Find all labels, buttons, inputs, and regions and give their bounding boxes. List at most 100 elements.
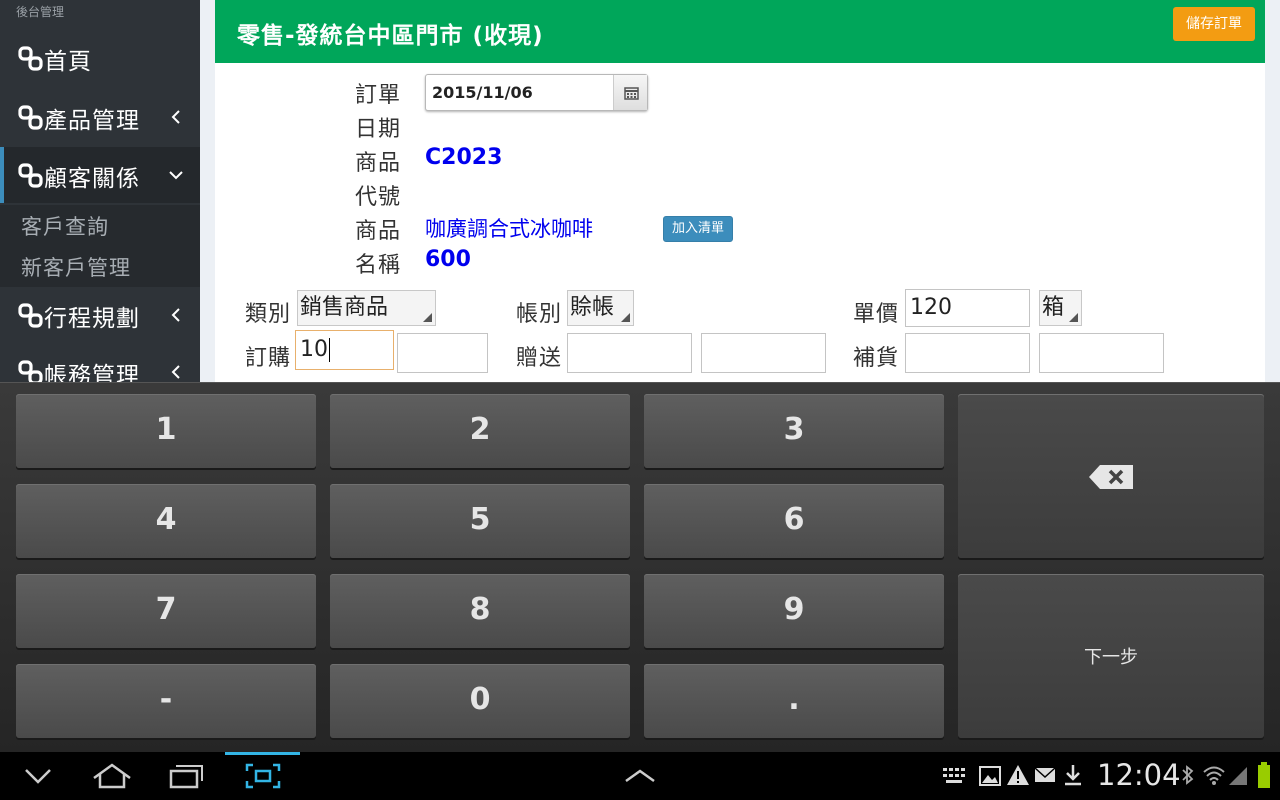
unit-price-field[interactable]: 120 <box>905 289 1030 327</box>
home-icon[interactable] <box>91 762 133 790</box>
gift-field[interactable] <box>567 333 692 373</box>
category-select-value: 銷售商品 <box>300 295 389 320</box>
key-9[interactable]: 9 <box>644 574 944 648</box>
unit-select-value: 箱 <box>1042 295 1065 320</box>
gift-extra-field[interactable] <box>701 333 826 373</box>
submenu-item-customer-search[interactable]: 客戶查詢 <box>21 211 109 241</box>
link-icon <box>18 360 43 382</box>
sidebar-item-label: 首頁 <box>44 49 92 75</box>
key-label: 9 <box>783 592 805 627</box>
key-minus[interactable]: - <box>16 664 316 738</box>
link-icon <box>18 105 43 130</box>
key-0[interactable]: 0 <box>330 664 630 738</box>
key-label: . <box>788 682 800 717</box>
key-label: 4 <box>155 502 177 537</box>
order-date-field[interactable]: 2015/11/06 <box>425 74 648 111</box>
numeric-keyboard: 1 2 3 4 5 6 7 8 9 - 0 . 下一步 <box>0 382 1280 752</box>
key-6[interactable]: 6 <box>644 484 944 558</box>
link-icon <box>18 163 43 188</box>
key-label: 5 <box>469 502 491 537</box>
product-name-label: 商品 <box>355 219 402 244</box>
product-code-label-2: 代號 <box>355 185 402 210</box>
calendar-icon[interactable] <box>613 75 647 110</box>
gallery-icon <box>979 766 1001 786</box>
sidebar-item-itinerary[interactable]: 行程規劃 <box>0 287 200 343</box>
order-qty-extra-field[interactable] <box>397 333 488 373</box>
bluetooth-icon <box>1182 765 1194 785</box>
screenshot-icon[interactable] <box>244 762 282 790</box>
active-indicator <box>225 752 300 755</box>
sidebar-item-products[interactable]: 產品管理 <box>0 89 200 145</box>
key-label: 1 <box>155 412 177 447</box>
order-date-label: 訂單 <box>355 83 402 108</box>
sidebar-item-label: 帳務管理 <box>44 363 140 382</box>
keyboard-notification-icon <box>943 768 965 783</box>
key-label: 0 <box>469 682 491 717</box>
hide-keyboard-icon[interactable] <box>24 766 52 786</box>
sidebar-item-home[interactable]: 首頁 <box>0 30 200 86</box>
next-step-key[interactable]: 下一步 <box>958 574 1264 738</box>
key-5[interactable]: 5 <box>330 484 630 558</box>
order-qty-field[interactable]: 10 <box>295 330 394 370</box>
panel-header: 零售-發統台中區門市 (收現) 儲存訂單 <box>215 0 1265 63</box>
next-step-label: 下一步 <box>1084 647 1138 668</box>
key-2[interactable]: 2 <box>330 394 630 468</box>
backspace-icon <box>1089 465 1133 489</box>
account-select[interactable]: 賒帳 <box>567 290 634 326</box>
key-label: 6 <box>783 502 805 537</box>
key-8[interactable]: 8 <box>330 574 630 648</box>
key-3[interactable]: 3 <box>644 394 944 468</box>
chevron-left-icon <box>171 308 180 322</box>
link-icon <box>18 303 43 328</box>
key-label: 8 <box>469 592 491 627</box>
backspace-key[interactable] <box>958 394 1264 558</box>
product-name-value: 咖廣調合式冰咖啡 <box>425 217 593 241</box>
sidebar-item-customers[interactable]: 顧客關係 <box>0 147 200 203</box>
sidebar-submenu: 客戶查詢 新客戶管理 <box>0 205 200 287</box>
restock-extra-field[interactable] <box>1039 333 1164 373</box>
product-code-label: 商品 <box>355 151 402 176</box>
category-select[interactable]: 銷售商品 <box>297 290 436 326</box>
account-select-value: 賒帳 <box>570 295 615 320</box>
signal-icon <box>1229 767 1247 785</box>
screen: 後台管理 首頁 產品管理 顧客關係 客戶查詢 新客戶管理 行程規劃 帳務管理 零… <box>0 0 1280 800</box>
dropdown-arrow-icon <box>423 313 432 322</box>
submenu-item-new-customer[interactable]: 新客戶管理 <box>21 252 131 282</box>
key-label: 3 <box>783 412 805 447</box>
account-label: 帳別 <box>516 302 563 327</box>
battery-icon <box>1258 762 1270 788</box>
chevron-left-icon <box>171 110 180 124</box>
link-icon <box>18 46 43 71</box>
key-4[interactable]: 4 <box>16 484 316 558</box>
sidebar-item-label: 產品管理 <box>44 108 140 134</box>
order-qty-value: 10 <box>300 337 328 362</box>
key-7[interactable]: 7 <box>16 574 316 648</box>
key-label: 7 <box>155 592 177 627</box>
product-code-value: C2023 <box>425 145 503 170</box>
key-period[interactable]: . <box>644 664 944 738</box>
sidebar-item-accounting[interactable]: 帳務管理 <box>0 344 200 382</box>
gift-label: 贈送 <box>516 346 563 371</box>
add-to-list-button[interactable]: 加入清單 <box>663 216 733 242</box>
unit-select[interactable]: 箱 <box>1039 290 1082 326</box>
chevron-left-icon <box>171 365 180 379</box>
sidebar: 後台管理 首頁 產品管理 顧客關係 客戶查詢 新客戶管理 行程規劃 帳務管理 <box>0 0 200 382</box>
dropdown-arrow-icon <box>621 313 630 322</box>
chevron-down-icon <box>169 171 183 180</box>
main-content: 零售-發統台中區門市 (收現) 儲存訂單 訂單 日期 2015/11/06 商品… <box>200 0 1280 382</box>
order-date-value: 2015/11/06 <box>432 83 533 102</box>
download-icon <box>1065 765 1081 786</box>
key-1[interactable]: 1 <box>16 394 316 468</box>
order-qty-label: 訂購 <box>245 346 292 371</box>
product-name-label-2: 名稱 <box>355 253 402 278</box>
key-label: 2 <box>469 412 491 447</box>
chevron-up-icon[interactable] <box>624 768 656 784</box>
sidebar-item-label: 行程規劃 <box>44 306 140 332</box>
restock-field[interactable] <box>905 333 1030 373</box>
key-label: - <box>159 682 173 717</box>
save-order-button[interactable]: 儲存訂單 <box>1173 7 1255 41</box>
recent-apps-icon[interactable] <box>168 762 206 790</box>
email-icon <box>1034 767 1056 782</box>
sidebar-item-label: 顧客關係 <box>44 166 140 192</box>
wifi-icon <box>1203 766 1225 785</box>
